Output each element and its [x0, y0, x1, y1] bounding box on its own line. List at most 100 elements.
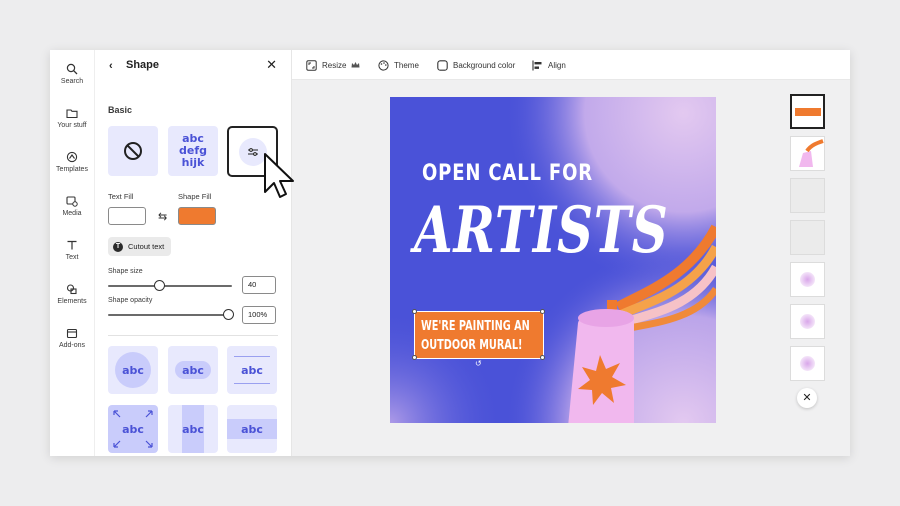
shape-size-label: Shape size: [108, 268, 143, 275]
text-style-sample: abc defg hijk: [179, 133, 207, 169]
shape-tile-circle[interactable]: abc: [108, 346, 158, 394]
shape-opacity-thumb[interactable]: [223, 309, 234, 320]
background-color-label: Background color: [453, 60, 516, 70]
shape-fill-swatch[interactable]: [178, 207, 216, 225]
shape-tile-horizontal[interactable]: abc: [227, 405, 277, 453]
rail-label-elements: Elements: [57, 298, 87, 305]
shape-fill-label: Shape Fill: [178, 192, 212, 201]
thumb-2-preview: [799, 139, 824, 167]
shape-tile-arrows[interactable]: abc: [108, 405, 158, 453]
resize-handle-br[interactable]: [540, 355, 545, 360]
close-panel-button[interactable]: ✕: [266, 58, 277, 72]
thumb-6-preview: [800, 314, 815, 329]
sliders-icon: [247, 147, 258, 156]
shape-tile-vertical[interactable]: abc: [168, 405, 218, 453]
mural-text-box-selected[interactable]: WE'RE PAINTING AN OUTDOOR MURAL!: [414, 311, 544, 359]
resize-button[interactable]: Resize: [306, 58, 365, 72]
theme-button[interactable]: Theme: [378, 58, 419, 72]
circle-shape: abc: [115, 352, 151, 388]
thumbnail-3[interactable]: [790, 178, 825, 213]
top-toolbar: Resize Theme Background color Align: [292, 50, 850, 80]
cutout-text-button[interactable]: T Cutout text: [108, 237, 172, 256]
text-style-tile[interactable]: abc defg hijk: [168, 126, 218, 176]
rail-label-addons: Add-ons: [58, 342, 86, 349]
shape-opacity-label: Shape opacity: [108, 297, 153, 304]
canvas-area: OPEN CALL FOR ARTISTS WE'RE PAINTING AN …: [292, 80, 850, 456]
thumbnail-4[interactable]: [790, 220, 825, 255]
shape-size-slider[interactable]: [108, 280, 232, 291]
shape-tile-text: abc: [122, 363, 144, 377]
thumbnail-7[interactable]: [790, 346, 825, 381]
rail-your-stuff[interactable]: Your stuff: [50, 107, 94, 129]
resize-handle-tl[interactable]: [412, 309, 417, 314]
rail-label-search: Search: [60, 78, 84, 85]
no-shape-tile[interactable]: [108, 126, 158, 176]
shape-size-thumb[interactable]: [154, 280, 165, 291]
align-label: Align: [548, 60, 566, 70]
headline-artists[interactable]: ARTISTS: [414, 195, 669, 267]
elements-icon: [66, 284, 77, 295]
swap-colors-icon[interactable]: ⇆: [158, 210, 167, 223]
theme-label: Theme: [394, 60, 419, 70]
text-fill-swatch[interactable]: [108, 207, 146, 225]
artboard[interactable]: OPEN CALL FOR ARTISTS WE'RE PAINTING AN …: [390, 97, 716, 423]
thumbnail-6[interactable]: [790, 304, 825, 339]
rail-text[interactable]: Text: [50, 239, 94, 261]
folder-icon: [66, 109, 78, 119]
back-button[interactable]: ‹: [109, 60, 121, 72]
resize-handle-bl[interactable]: [412, 355, 417, 360]
thumbnail-1[interactable]: [790, 94, 825, 129]
shape-size-input[interactable]: 40: [242, 276, 276, 294]
cutout-icon: T: [113, 241, 123, 252]
resize-handle-tr[interactable]: [540, 309, 545, 314]
thumbnail-2[interactable]: [790, 136, 825, 171]
panel-title: Shape: [126, 59, 160, 71]
shape-tile-text: abc: [182, 363, 204, 377]
customize-shape-tile[interactable]: [227, 126, 278, 177]
templates-icon: [66, 151, 78, 163]
align-icon: [532, 60, 542, 70]
mural-line-1: WE'RE PAINTING AN: [421, 318, 530, 334]
thumb-7-preview: [800, 356, 815, 371]
mural-text: WE'RE PAINTING AN OUTDOOR MURAL!: [421, 317, 530, 355]
rail-label-templates: Templates: [56, 166, 88, 173]
mural-line-2: OUTDOOR MURAL!: [421, 337, 523, 353]
premium-crown-icon: [351, 62, 360, 68]
no-shape-icon: [124, 142, 142, 160]
left-rail: Search Your stuff Templates Media Text E…: [50, 50, 95, 456]
rail-addons[interactable]: Add-ons: [50, 327, 94, 349]
rail-label-your-stuff: Your stuff: [57, 122, 87, 129]
pill-shape: abc: [175, 361, 211, 379]
shape-tile-pill[interactable]: abc: [168, 346, 218, 394]
rail-elements[interactable]: Elements: [50, 283, 94, 305]
background-color-icon: [437, 59, 448, 71]
shape-opacity-slider[interactable]: [108, 309, 234, 320]
rail-templates[interactable]: Templates: [50, 151, 94, 173]
resize-icon: [306, 59, 317, 71]
shape-tile-lines[interactable]: abc: [227, 346, 277, 394]
shape-tile-text: abc: [241, 422, 263, 436]
thumb-5-preview: [800, 272, 815, 287]
rail-search[interactable]: Search: [50, 63, 94, 85]
align-button[interactable]: Align: [532, 58, 566, 72]
rotate-handle-icon[interactable]: ↺: [475, 359, 482, 368]
palette-icon: [378, 59, 389, 71]
rail-label-media: Media: [62, 210, 82, 217]
shape-opacity-input[interactable]: 100%: [242, 306, 276, 324]
lines-shape: abc: [234, 356, 270, 384]
shape-tile-text: abc: [182, 422, 204, 436]
shape-tile-text: abc: [122, 422, 144, 436]
background-color-button[interactable]: Background color: [437, 58, 515, 72]
app-window: Search Your stuff Templates Media Text E…: [50, 50, 850, 456]
cutout-text-label: Cutout text: [128, 242, 165, 251]
headline-open-call[interactable]: OPEN CALL FOR: [422, 161, 593, 186]
thumb-1-preview: [795, 108, 821, 116]
close-thumbnails-button[interactable]: ✕: [797, 388, 817, 408]
search-icon: [66, 63, 78, 75]
rail-label-text: Text: [65, 254, 79, 261]
thumbnail-5[interactable]: [790, 262, 825, 297]
shape-panel: ‹ Shape ✕ Basic abc defg hijk Text Fill …: [95, 50, 292, 456]
rail-media[interactable]: Media: [50, 195, 94, 217]
sample-line-3: hijk: [181, 156, 205, 169]
text-fill-label: Text Fill: [108, 192, 134, 201]
